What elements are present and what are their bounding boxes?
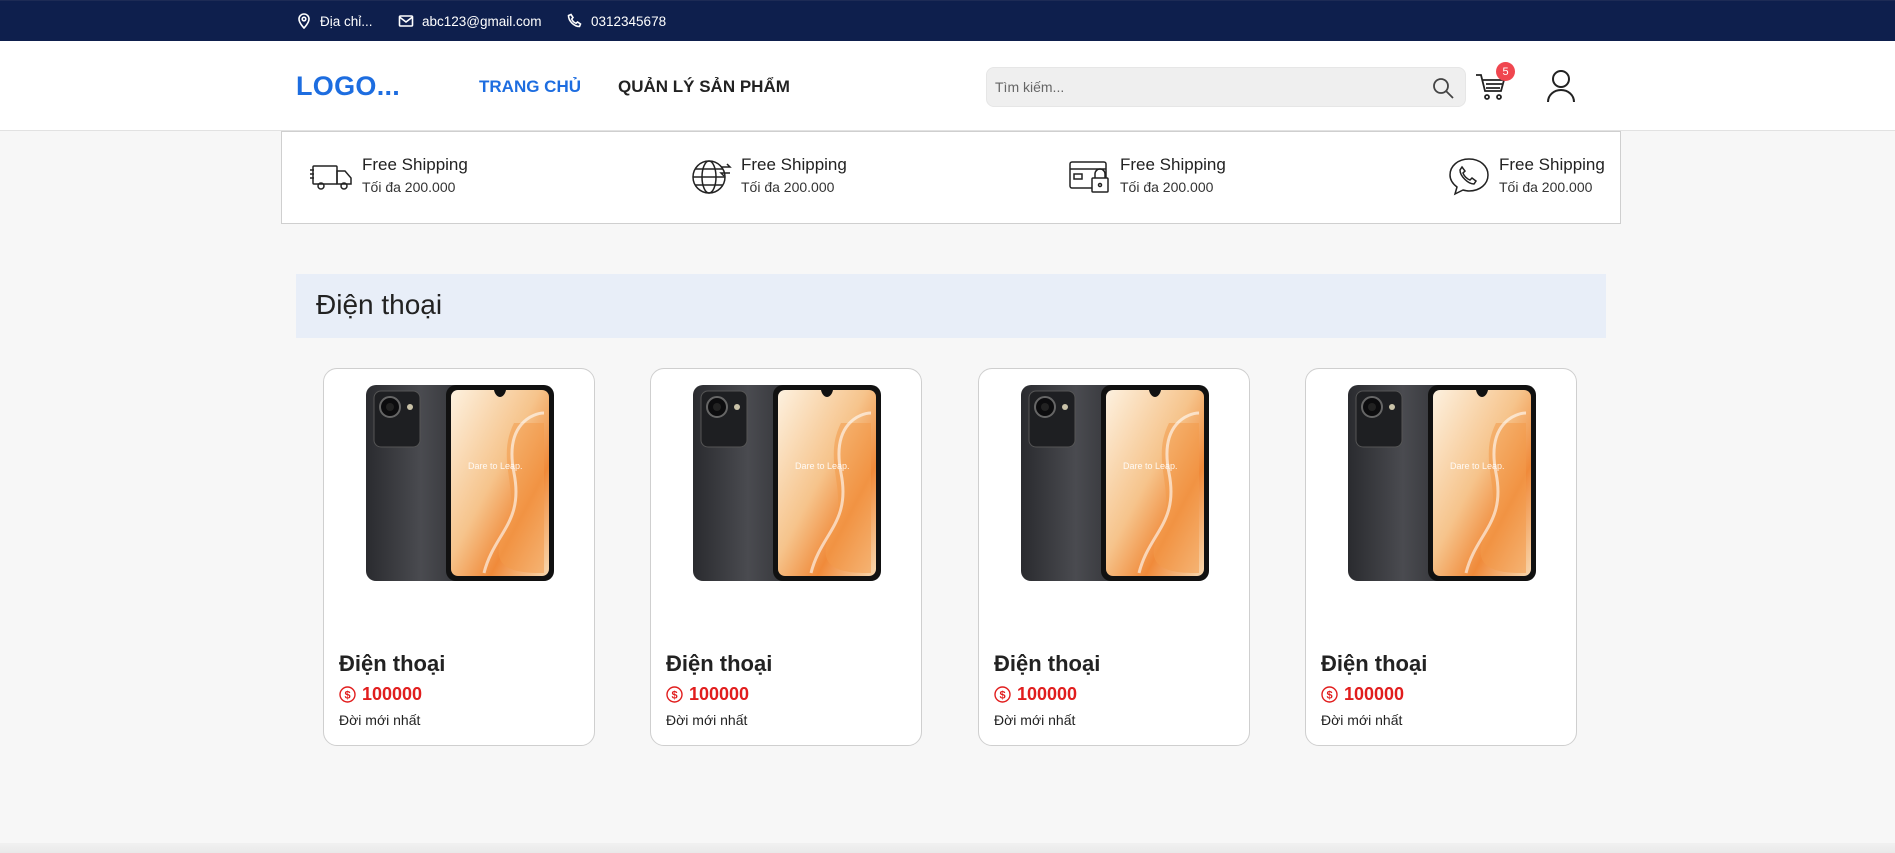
address-text: Địa chỉ...: [320, 13, 373, 29]
svg-text:$: $: [671, 690, 677, 702]
product-price: $ 100000: [339, 684, 422, 705]
product-name: Điện thoại: [1321, 651, 1428, 676]
svg-text:$: $: [999, 690, 1005, 702]
product-name: Điện thoại: [994, 651, 1101, 676]
main-header: LOGO... TRANG CHỦ QUẢN LÝ SẢN PHẨM 5: [0, 41, 1895, 131]
product-image: [1019, 383, 1211, 583]
product-description: Đời mới nhất: [1321, 712, 1403, 728]
cart-count-badge: 5: [1496, 62, 1515, 81]
product-price-value: 100000: [362, 684, 423, 704]
feature-item: Free Shipping Tối đa 200.000: [1068, 154, 1226, 198]
product-name: Điện thoại: [339, 651, 446, 676]
product-price-value: 100000: [689, 684, 750, 704]
product-card[interactable]: Điện thoại $ 100000 Đời mới nhất: [1305, 368, 1577, 746]
phone-icon: [567, 13, 582, 28]
truck-icon: [310, 165, 352, 190]
logo[interactable]: LOGO...: [296, 71, 400, 102]
feature-subtitle: Tối đa 200.000: [362, 179, 456, 195]
user-account-icon[interactable]: [1546, 69, 1576, 103]
product-price-value: 100000: [1017, 684, 1078, 704]
product-price: $ 100000: [666, 684, 749, 705]
product-price: $ 100000: [1321, 684, 1404, 705]
category-header: Điện thoại: [296, 274, 1606, 338]
globe-icon: [692, 160, 732, 194]
product-card[interactable]: Điện thoại $ 100000 Đời mới nhất: [323, 368, 595, 746]
feature-title: Free Shipping: [741, 155, 847, 174]
dollar-circle-icon: $: [339, 686, 356, 703]
product-image: [1346, 383, 1538, 583]
phone-item[interactable]: 0312345678: [567, 13, 666, 29]
top-info-bar: Địa chỉ... abc123@gmail.com 0312345678: [0, 0, 1895, 41]
dollar-circle-icon: $: [994, 686, 1011, 703]
feature-subtitle: Tối đa 200.000: [1499, 179, 1593, 195]
footer-edge: [0, 843, 1895, 853]
search-input[interactable]: [995, 68, 1415, 106]
product-image: [691, 383, 883, 583]
phone-text[interactable]: 0312345678: [591, 14, 666, 29]
location-pin-icon: [298, 13, 310, 29]
feature-item: Free Shipping Tối đa 200.000: [689, 154, 847, 198]
address-item: Địa chỉ...: [296, 13, 373, 29]
search-icon[interactable]: [1431, 76, 1455, 100]
search-bar: [986, 67, 1466, 107]
feature-subtitle: Tối đa 200.000: [741, 179, 835, 195]
svg-text:$: $: [344, 690, 350, 702]
feature-item: Free Shipping Tối đa 200.000: [1447, 154, 1605, 198]
dollar-circle-icon: $: [666, 686, 683, 703]
feature-title: Free Shipping: [362, 155, 468, 174]
product-price-value: 100000: [1344, 684, 1405, 704]
product-card[interactable]: Điện thoại $ 100000 Đời mới nhất: [650, 368, 922, 746]
feature-title: Free Shipping: [1499, 155, 1605, 174]
product-description: Đời mới nhất: [994, 712, 1076, 728]
feature-subtitle: Tối đa 200.000: [1120, 179, 1214, 195]
mail-icon: [398, 15, 414, 27]
dollar-circle-icon: $: [1321, 686, 1338, 703]
svg-text:$: $: [1326, 690, 1332, 702]
category-title: Điện thoại: [316, 289, 443, 320]
product-name: Điện thoại: [666, 651, 773, 676]
email-text[interactable]: abc123@gmail.com: [422, 14, 542, 29]
product-card[interactable]: Điện thoại $ 100000 Đời mới nhất: [978, 368, 1250, 746]
feature-item: Free Shipping Tối đa 200.000: [310, 154, 468, 198]
nav-product-management[interactable]: QUẢN LÝ SẢN PHẨM: [618, 77, 790, 97]
product-price: $ 100000: [994, 684, 1077, 705]
secure-card-icon: [1069, 161, 1109, 193]
email-item[interactable]: abc123@gmail.com: [398, 13, 542, 29]
phone-call-icon: [1449, 158, 1489, 196]
product-description: Đời mới nhất: [339, 712, 421, 728]
product-image: [364, 383, 556, 583]
nav-home[interactable]: TRANG CHỦ: [479, 77, 581, 97]
feature-title: Free Shipping: [1120, 155, 1226, 174]
features-bar: Free Shipping Tối đa 200.000 Free Shippi…: [281, 131, 1621, 224]
product-description: Đời mới nhất: [666, 712, 748, 728]
